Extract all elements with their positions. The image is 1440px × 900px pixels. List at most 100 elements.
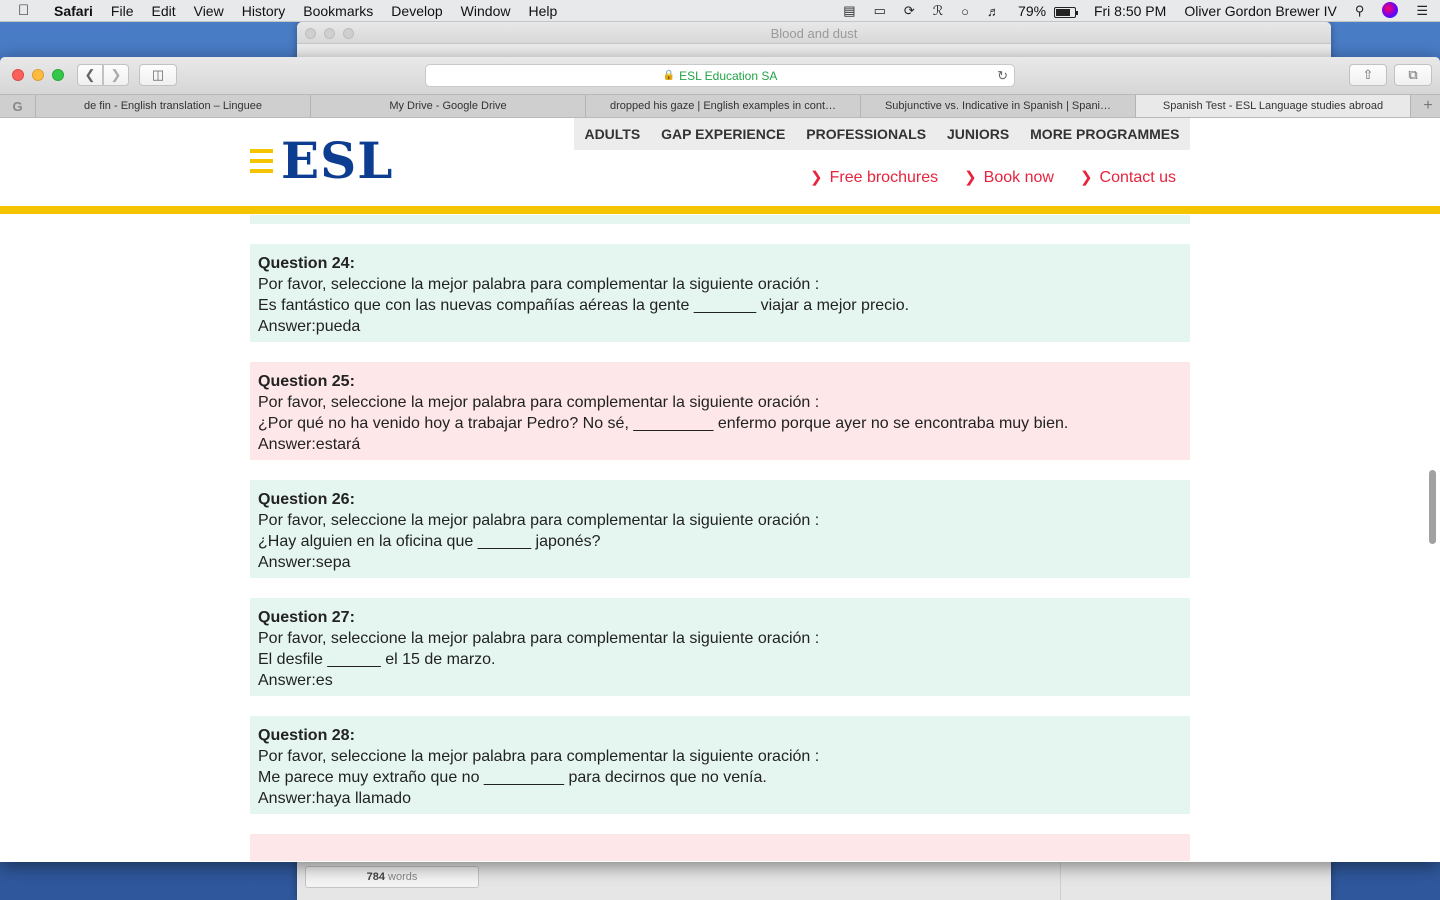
tab-dropped-his-gaze[interactable]: dropped his gaze | English examples in c… (586, 95, 861, 117)
chevron-right-icon: ❯ (1079, 169, 1093, 186)
esl-logo[interactable]: ESL (250, 136, 393, 186)
menu-history[interactable]: History (242, 3, 286, 19)
chevron-left-icon: ❮ (84, 67, 96, 82)
menu-edit[interactable]: Edit (151, 3, 175, 19)
question-answer: Answer:haya llamado (258, 790, 411, 807)
menu-help[interactable]: Help (528, 3, 557, 19)
question-sentence: Me parece muy extraño que no _________ p… (258, 769, 767, 786)
minimize-window-button[interactable] (32, 69, 44, 81)
share-icon: ⇧ (1362, 67, 1374, 82)
address-bar[interactable]: 🔒 ESL Education SA ↻ (425, 64, 1015, 87)
page-scrollbar[interactable] (1429, 470, 1436, 544)
zoom-window-button[interactable] (52, 69, 64, 81)
question-card: Question 25: Por favor, seleccione la mej… (250, 362, 1190, 460)
question-title: Question 25: (258, 373, 355, 390)
tab-subjunctive[interactable]: Subjunctive vs. Indicative in Spanish | … (861, 95, 1136, 117)
free-brochures-link[interactable]: ❯ Free brochures (810, 168, 938, 187)
book-now-link[interactable]: ❯ Book now (964, 168, 1054, 187)
airplay-icon[interactable]: ▭ (874, 3, 886, 19)
question-answer: Answer:pueda (258, 318, 361, 335)
tabs-overview-icon: ⧉ (1408, 67, 1418, 82)
web-page: ESL ADULTS GAP EXPERIENCE PROFESSIONALS … (0, 118, 1440, 861)
question-sentence: El desfile ______ el 15 de marzo. (258, 651, 496, 668)
user-menu[interactable]: Oliver Gordon Brewer IV (1184, 3, 1337, 19)
notification-center-icon[interactable]: ☰ (1416, 3, 1428, 19)
logo-bars-icon (250, 149, 273, 173)
question-sentence: ¿Hay alguien en la oficina que ______ ja… (258, 533, 601, 550)
question-card: Question 26: Por favor, seleccione la mej… (250, 480, 1190, 578)
site-header: ESL ADULTS GAP EXPERIENCE PROFESSIONALS … (0, 118, 1440, 215)
pinned-google-tab[interactable]: G (0, 95, 36, 117)
nav-professionals[interactable]: PROFESSIONALS (806, 126, 926, 142)
screen-recorder-icon[interactable]: ▤ (843, 3, 855, 19)
tab-linguee[interactable]: de fin - English translation – Linguee (36, 95, 311, 117)
question-title: Question 27: (258, 609, 355, 626)
sidebar-icon: ◫ (151, 67, 165, 82)
contact-us-link[interactable]: ❯ Contact us (1080, 168, 1176, 187)
chevron-right-icon: ❯ (810, 169, 823, 186)
safari-window: ❮ ❯ ◫ 🔒 ESL Education SA ↻ ⇧ ⧉ G de fin … (0, 57, 1440, 862)
battery-icon (1053, 6, 1078, 18)
word-count-label: words (388, 871, 418, 883)
plus-icon: + (1423, 97, 1433, 114)
sidebar-toggle-button[interactable]: ◫ (139, 64, 177, 86)
siri-icon[interactable] (1382, 1, 1399, 21)
apple-menu-icon[interactable]:  (18, 2, 40, 19)
background-window-title: Blood and dust (770, 26, 858, 41)
spotlight-search-icon[interactable]: ⚲ (1355, 3, 1365, 19)
back-button[interactable]: ❮ (77, 64, 103, 86)
menu-bookmarks[interactable]: Bookmarks (303, 3, 373, 19)
safari-toolbar: ❮ ❯ ◫ 🔒 ESL Education SA ↻ ⇧ ⧉ (0, 57, 1440, 94)
menu-develop[interactable]: Develop (391, 3, 442, 19)
word-count-value: 784 (366, 871, 385, 883)
question-sentence: Es fantástico que con las nuevas compañí… (258, 297, 910, 314)
nav-adults[interactable]: ADULTS (584, 126, 640, 142)
volume-icon[interactable]: ♬ (987, 4, 1000, 19)
tab-google-drive[interactable]: My Drive - Google Drive (311, 95, 586, 117)
wifi-icon[interactable]: ○ (961, 4, 969, 19)
header-divider (0, 206, 1440, 214)
question-answer: Answer:estará (258, 436, 361, 453)
new-tab-button[interactable]: + (1416, 95, 1440, 117)
tab-spanish-test[interactable]: Spanish Test - ESL Language studies abro… (1136, 95, 1411, 117)
question-prompt: Por favor, seleccione la mejor palabra p… (258, 276, 820, 293)
question-card: Question 24: Por favor, seleccione la mej… (250, 244, 1190, 342)
background-window-footer: 784 words (297, 860, 1331, 900)
question-card (250, 834, 1190, 861)
question-card: Question 28: Por favor, seleccione la mej… (250, 716, 1190, 814)
question-prompt: Por favor, seleccione la mejor palabra p… (258, 394, 820, 411)
main-navigation: ADULTS GAP EXPERIENCE PROFESSIONALS JUNI… (574, 118, 1190, 150)
time-machine-icon[interactable]: ⟳ (904, 3, 915, 19)
reload-icon[interactable]: ↻ (997, 68, 1008, 84)
share-button[interactable]: ⇧ (1349, 64, 1387, 86)
question-answer: Answer:sepa (258, 554, 351, 571)
address-text: ESL Education SA (679, 68, 778, 83)
nav-more-programmes[interactable]: MORE PROGRAMMES (1030, 126, 1179, 142)
menu-window[interactable]: Window (461, 3, 511, 19)
app-menu[interactable]: Safari (54, 3, 93, 19)
question-title: Question 26: (258, 491, 355, 508)
show-all-tabs-button[interactable]: ⧉ (1394, 64, 1432, 86)
battery-status[interactable]: 79% (1018, 3, 1078, 19)
background-window-titlebar[interactable]: Blood and dust (297, 22, 1331, 44)
forward-button[interactable]: ❯ (103, 64, 129, 86)
menu-bar:  Safari File Edit View History Bookmark… (0, 0, 1440, 22)
question-sentence: ¿Por qué no ha venido hoy a trabajar Ped… (258, 415, 1069, 432)
google-icon: G (12, 98, 23, 114)
window-controls (12, 69, 64, 81)
nav-juniors[interactable]: JUNIORS (947, 126, 1009, 142)
lock-icon: 🔒 (662, 70, 676, 81)
clock[interactable]: Fri 8:50 PM (1094, 3, 1166, 19)
nav-gap-experience[interactable]: GAP EXPERIENCE (661, 126, 785, 142)
word-count-indicator[interactable]: 784 words (305, 866, 479, 888)
menu-view[interactable]: View (194, 3, 224, 19)
menu-file[interactable]: File (111, 3, 134, 19)
previous-question-card (250, 215, 1190, 224)
quiz-results: Question 24: Por favor, seleccione la mej… (250, 215, 1190, 861)
question-prompt: Por favor, seleccione la mejor palabra p… (258, 512, 820, 529)
close-window-button[interactable] (12, 69, 24, 81)
question-prompt: Por favor, seleccione la mejor palabra p… (258, 630, 820, 647)
logo-wordmark: ESL (281, 131, 394, 190)
bluetooth-icon[interactable]: ℛ (933, 3, 943, 19)
question-answer: Answer:es (258, 672, 333, 689)
